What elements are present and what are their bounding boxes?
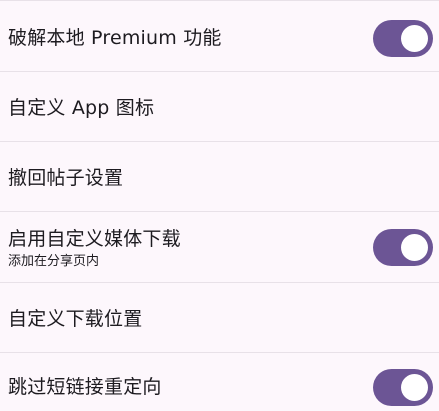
setting-texts: 破解本地 Premium 功能 [8,26,359,50]
setting-title: 自定义 App 图标 [8,97,155,119]
settings-list: 破解本地 Premium 功能 自定义 App 图标 撤回帖子设置 启用自定义媒… [0,0,439,411]
setting-row-custom-app-icon[interactable]: 自定义 App 图标 [0,72,439,142]
setting-row-custom-download-location[interactable]: 自定义下载位置 [0,283,439,353]
setting-texts: 自定义下载位置 [8,307,359,331]
switch-thumb [401,25,428,52]
setting-texts: 启用自定义媒体下载 添加在分享页内 [8,227,359,270]
switch-thumb [401,234,428,261]
setting-title: 撤回帖子设置 [8,167,124,189]
setting-texts: 跳过短链接重定向 [8,375,359,399]
setting-row-crack-premium[interactable]: 破解本地 Premium 功能 [0,0,439,72]
premium-toggle-switch[interactable] [373,20,433,57]
switch-thumb [401,374,428,401]
skip-redirect-toggle-switch[interactable] [373,369,433,406]
setting-row-custom-media-download[interactable]: 启用自定义媒体下载 添加在分享页内 [0,212,439,283]
setting-subtitle: 添加在分享页内 [8,254,100,269]
setting-row-skip-short-link-redirect[interactable]: 跳过短链接重定向 [0,353,439,411]
media-download-toggle-switch[interactable] [373,229,433,266]
setting-row-undo-post[interactable]: 撤回帖子设置 [0,142,439,212]
setting-texts: 自定义 App 图标 [8,96,359,120]
setting-title: 启用自定义媒体下载 [8,228,181,250]
setting-title: 自定义下载位置 [8,308,143,330]
setting-texts: 撤回帖子设置 [8,166,359,190]
setting-title: 破解本地 Premium 功能 [8,27,222,49]
setting-title: 跳过短链接重定向 [8,376,162,398]
